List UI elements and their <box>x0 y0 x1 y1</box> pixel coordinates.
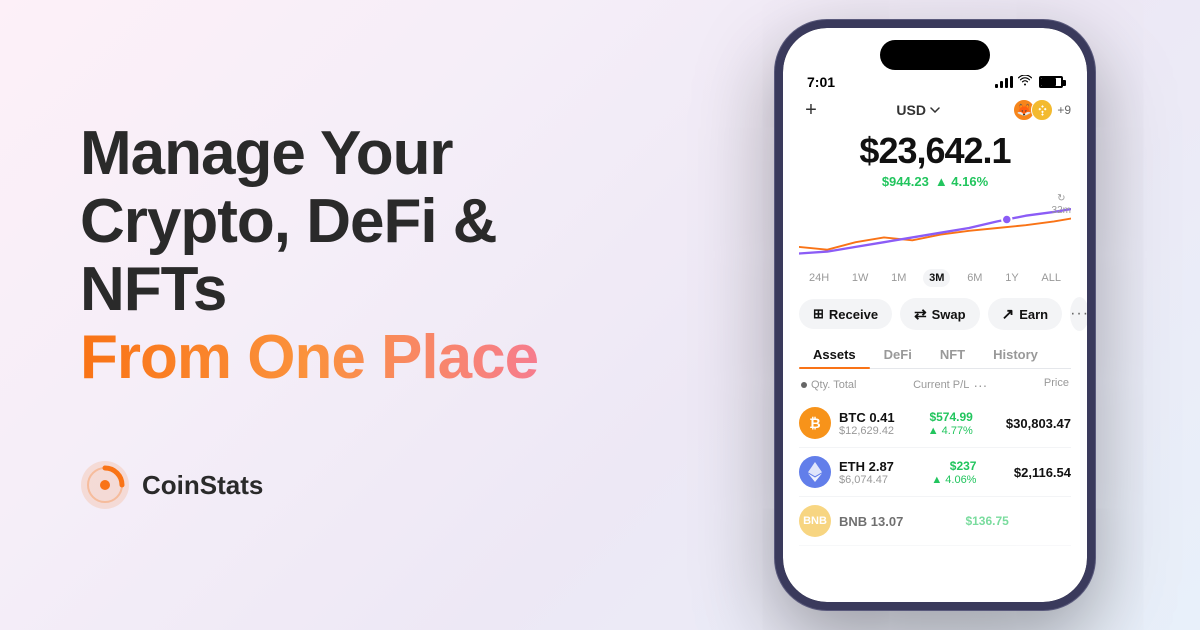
filter-1y[interactable]: 1Y <box>999 269 1024 287</box>
eth-pnl-percent: ▲ 4.06% <box>931 474 976 486</box>
eth-info: ETH 2.87 $6,074.47 <box>839 459 894 486</box>
balance-section: $23,642.1 $944.23 ▲ 4.16% <box>799 130 1071 189</box>
pnl-header: Current P/L ··· <box>913 377 987 393</box>
more-button[interactable]: ··· <box>1070 297 1087 331</box>
current-pl-label: Current P/L <box>913 379 969 391</box>
left-section: Manage Your Crypto, DeFi & NFTs From One… <box>0 60 700 571</box>
phone-wrapper: 7:01 <box>775 20 1095 610</box>
earn-icon: ↗ <box>1002 305 1015 323</box>
btc-pnl-percent: ▲ 4.77% <box>928 425 973 437</box>
right-section: 7:01 <box>700 0 1200 630</box>
app-content: + USD 🦊 <box>783 90 1087 602</box>
headline: Manage Your Crypto, DeFi & NFTs From One… <box>80 120 650 393</box>
refresh-icon: ↻ <box>1057 193 1065 204</box>
bnb-pnl: $136.75 <box>965 514 1008 528</box>
dynamic-island <box>880 40 990 70</box>
filter-6m[interactable]: 6M <box>961 269 988 287</box>
eth-icon <box>799 456 831 488</box>
chevron-down-icon <box>930 107 940 113</box>
bnb-wallet-icon <box>1031 99 1053 121</box>
assets-header-left: Qty. Total <box>801 377 856 393</box>
asset-row-bnb: BNB BNB 13.07 $136.75 <box>799 497 1071 546</box>
refresh-badge[interactable]: ↻ 32m <box>1052 193 1071 216</box>
btc-pnl: $574.99 ▲ 4.77% <box>928 410 973 437</box>
portfolio-chart <box>799 193 1071 263</box>
balance-amount: $23,642.1 <box>799 130 1071 172</box>
wallet-count: +9 <box>1057 103 1071 117</box>
btc-symbol-qty: BTC 0.41 <box>839 410 895 425</box>
filter-1w[interactable]: 1W <box>846 269 875 287</box>
refresh-time: 32m <box>1052 205 1071 216</box>
brand-section: CoinStats <box>80 400 650 510</box>
top-bar: + USD 🦊 <box>799 98 1071 122</box>
tab-nft[interactable]: NFT <box>926 341 979 368</box>
wifi-icon <box>1018 75 1032 89</box>
swap-icon: ⇄ <box>914 305 927 323</box>
earn-button[interactable]: ↗ Earn <box>988 298 1062 330</box>
headline-line1: Manage Your <box>80 120 650 188</box>
earn-label: Earn <box>1019 307 1048 322</box>
asset-left-btc: ₿ BTC 0.41 $12,629.42 <box>799 407 895 439</box>
btc-icon: ₿ <box>799 407 831 439</box>
battery-icon <box>1039 76 1063 88</box>
qty-total-label: Qty. Total <box>811 379 856 391</box>
tab-defi[interactable]: DeFi <box>870 341 926 368</box>
bnb-info: BNB 13.07 <box>839 514 903 529</box>
swap-label: Swap <box>932 307 966 322</box>
bnb-symbol-qty: BNB 13.07 <box>839 514 903 529</box>
sort-indicator <box>801 382 807 388</box>
more-dots-header[interactable]: ··· <box>973 377 987 393</box>
status-time: 7:01 <box>807 74 835 90</box>
filter-24h[interactable]: 24H <box>803 269 835 287</box>
asset-row-btc: ₿ BTC 0.41 $12,629.42 $574.99 ▲ 4.77% $3… <box>799 399 1071 448</box>
phone-frame: 7:01 <box>775 20 1095 610</box>
bnb-icon: BNB <box>799 505 831 537</box>
status-icons <box>995 75 1063 89</box>
btc-value: $12,629.42 <box>839 425 895 437</box>
price-label: Price <box>1044 377 1069 393</box>
asset-left-bnb: BNB BNB 13.07 <box>799 505 903 537</box>
receive-icon: ⊞ <box>813 306 824 322</box>
eth-symbol-qty: ETH 2.87 <box>839 459 894 474</box>
change-percent: ▲ 4.16% <box>935 174 988 189</box>
filter-3m[interactable]: 3M <box>923 269 950 287</box>
wallets-row[interactable]: 🦊 +9 <box>1013 99 1071 121</box>
asset-left-eth: ETH 2.87 $6,074.47 <box>799 456 894 488</box>
eth-price: $2,116.54 <box>1014 465 1071 480</box>
filter-all[interactable]: ALL <box>1035 269 1067 287</box>
tabs: Assets DeFi NFT History <box>799 341 1071 369</box>
swap-button[interactable]: ⇄ Swap <box>900 298 980 330</box>
eth-pnl: $237 ▲ 4.06% <box>931 459 976 486</box>
status-bar: 7:01 <box>783 70 1087 90</box>
brand-logo-icon <box>80 460 130 510</box>
phone-screen: 7:01 <box>783 28 1087 602</box>
receive-button[interactable]: ⊞ Receive <box>799 299 892 329</box>
currency-selector[interactable]: USD <box>896 102 940 118</box>
chart-section: ↻ 32m <box>799 193 1071 263</box>
btc-pnl-amount: $574.99 <box>929 410 972 424</box>
signal-icon <box>995 76 1013 88</box>
headline-line3: From One Place <box>80 324 650 392</box>
tab-history[interactable]: History <box>979 341 1052 368</box>
eth-value: $6,074.47 <box>839 474 894 486</box>
bnb-pnl-amount: $136.75 <box>965 514 1008 528</box>
brand-name: CoinStats <box>142 470 263 501</box>
tab-assets[interactable]: Assets <box>799 341 870 368</box>
time-filters: 24H 1W 1M 3M 6M 1Y ALL <box>799 269 1071 287</box>
btc-info: BTC 0.41 $12,629.42 <box>839 410 895 437</box>
currency-label: USD <box>896 102 926 118</box>
headline-line2: Crypto, DeFi & NFTs <box>80 188 650 324</box>
filter-1m[interactable]: 1M <box>885 269 912 287</box>
asset-row-eth: ETH 2.87 $6,074.47 $237 ▲ 4.06% $2,116.5… <box>799 448 1071 497</box>
add-button[interactable]: + <box>799 98 823 122</box>
eth-pnl-amount: $237 <box>950 459 977 473</box>
assets-header: Qty. Total Current P/L ··· Price <box>799 377 1071 393</box>
change-amount: $944.23 <box>882 174 929 189</box>
balance-change: $944.23 ▲ 4.16% <box>799 174 1071 189</box>
btc-price: $30,803.47 <box>1006 416 1071 431</box>
action-buttons: ⊞ Receive ⇄ Swap ↗ Earn ··· <box>799 297 1071 331</box>
receive-label: Receive <box>829 307 878 322</box>
